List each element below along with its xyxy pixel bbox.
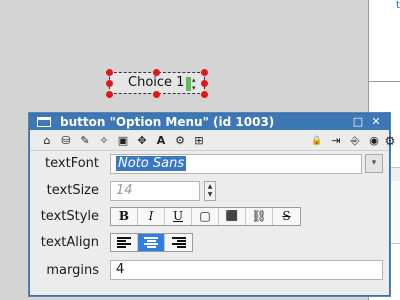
lock-icon[interactable]: 🔒 xyxy=(309,133,325,149)
strikeout-button[interactable]: S xyxy=(273,208,300,225)
resize-handle-bottom-center[interactable] xyxy=(153,91,160,98)
italic-button[interactable]: I xyxy=(138,208,165,225)
close-icon[interactable]: ✕ xyxy=(370,116,382,128)
resize-handle-bottom-right[interactable] xyxy=(201,91,208,98)
bold-button[interactable]: B xyxy=(111,208,138,225)
textsize-field[interactable]: 14 xyxy=(110,181,200,201)
inspector-title: button "Option Menu" (id 1003) xyxy=(60,115,275,129)
textsize-stepper-icon[interactable]: ▲ ▼ xyxy=(204,181,216,201)
option-menu-label: Choice 1 xyxy=(128,75,185,90)
window-icon xyxy=(37,117,51,127)
align-right-icon xyxy=(171,237,186,248)
pencil-icon[interactable]: ✎ xyxy=(77,133,93,149)
grid-icon[interactable]: ⊞ xyxy=(191,133,207,149)
resize-handle-middle-right[interactable] xyxy=(201,80,208,87)
resize-handle-middle-left[interactable] xyxy=(106,80,113,87)
margins-value: 4 xyxy=(116,262,125,277)
resize-handle-bottom-left[interactable] xyxy=(106,91,113,98)
magic-wand-icon[interactable]: ✧ xyxy=(96,133,112,149)
textfont-label: textFont xyxy=(45,156,99,171)
underline-button[interactable]: U xyxy=(165,208,192,225)
gear-icon[interactable]: ⚙ xyxy=(382,133,398,149)
basic-properties-icon[interactable]: ⌂ xyxy=(39,133,55,149)
textsize-label: textSize xyxy=(46,183,99,198)
textfont-field[interactable]: Noto Sans xyxy=(110,154,362,174)
target-icon[interactable]: ◉ xyxy=(366,133,382,149)
text-icon[interactable]: A xyxy=(153,133,169,149)
textalign-toggle-group xyxy=(110,233,193,252)
textfont-value: Noto Sans xyxy=(116,156,187,171)
background-divider xyxy=(369,81,400,82)
align-left-icon xyxy=(117,237,131,248)
textalign-label: textAlign xyxy=(40,235,99,250)
link-button[interactable]: ⛓ xyxy=(246,208,273,225)
move-icon[interactable]: ✥ xyxy=(134,133,150,149)
textstyle-label: textStyle xyxy=(40,209,99,224)
inspector-toolbar: ⌂ ⛁ ✎ ✧ ▣ ✥ A ⚙ ⊞ 🔒 ⇥ ⎆ ◉ ⚙ xyxy=(30,131,395,151)
import-icon[interactable]: ⇥ xyxy=(328,133,344,149)
textstyle-toggle-group: B I U ▢ ⬛ ⛓ S xyxy=(110,207,301,226)
textfont-dropdown-icon[interactable]: ▾ xyxy=(365,154,383,173)
inspector-titlebar[interactable]: button "Option Menu" (id 1003) □ ✕ xyxy=(30,114,389,130)
maximize-icon[interactable]: □ xyxy=(352,116,364,128)
align-center-icon xyxy=(144,237,158,248)
effects-icon[interactable]: ⚙ xyxy=(172,133,188,149)
align-center-button[interactable] xyxy=(138,234,165,251)
background-link-fragment[interactable]: t xyxy=(396,0,400,11)
image-icon[interactable]: ▣ xyxy=(115,133,131,149)
resize-handle-top-center[interactable] xyxy=(153,69,160,76)
textsize-placeholder: 14 xyxy=(116,183,133,198)
margins-label: margins xyxy=(46,263,99,278)
resize-handle-top-right[interactable] xyxy=(201,69,208,76)
resize-handle-top-left[interactable] xyxy=(106,69,113,76)
database-icon[interactable]: ⛁ xyxy=(58,133,74,149)
align-left-button[interactable] xyxy=(111,234,138,251)
margins-field[interactable]: 4 xyxy=(110,260,383,280)
align-right-button[interactable] xyxy=(165,234,192,251)
threed-box-button[interactable]: ⬛ xyxy=(219,208,246,225)
box-button[interactable]: ▢ xyxy=(192,208,219,225)
export-icon[interactable]: ⎆ xyxy=(347,133,363,149)
option-menu-arrows-icon: ▴ ▾ xyxy=(192,76,196,92)
property-inspector: button "Option Menu" (id 1003) □ ✕ ⌂ ⛁ ✎… xyxy=(29,113,395,296)
text-cursor-marker xyxy=(186,77,191,91)
